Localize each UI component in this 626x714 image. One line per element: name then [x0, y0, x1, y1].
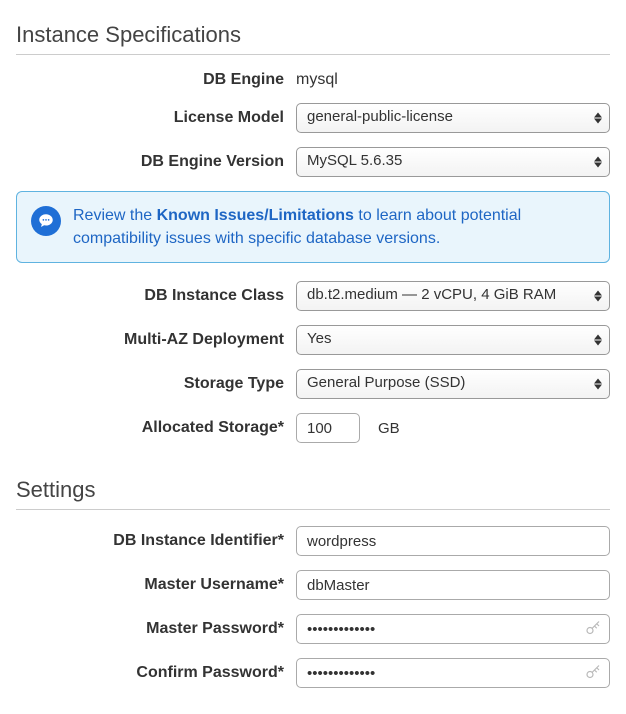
select-license-model-value[interactable]: general-public-license — [296, 103, 610, 133]
label-db-engine: DB Engine — [16, 71, 284, 89]
label-db-instance-class: DB Instance Class — [16, 287, 284, 305]
confirm-password-input[interactable] — [296, 658, 610, 688]
select-multi-az-value[interactable]: Yes — [296, 325, 610, 355]
alert-text: Review the Known Issues/Limitations to l… — [73, 204, 595, 250]
select-db-instance-class-value[interactable]: db.t2.medium — 2 vCPU, 4 GiB RAM — [296, 281, 610, 311]
label-master-username: Master Username* — [16, 576, 284, 594]
select-db-engine-version[interactable]: MySQL 5.6.35 — [296, 147, 610, 177]
row-db-instance-class: DB Instance Class db.t2.medium — 2 vCPU,… — [16, 281, 610, 311]
section-title-settings: Settings — [16, 477, 610, 510]
row-allocated-storage: Allocated Storage* GB — [16, 413, 610, 443]
select-storage-type[interactable]: General Purpose (SSD) — [296, 369, 610, 399]
select-db-engine-version-value[interactable]: MySQL 5.6.35 — [296, 147, 610, 177]
row-db-engine: DB Engine mysql — [16, 71, 610, 89]
row-db-engine-version: DB Engine Version MySQL 5.6.35 — [16, 147, 610, 177]
row-db-instance-identifier: DB Instance Identifier* — [16, 526, 610, 556]
speech-bubble-icon — [31, 206, 61, 236]
select-db-instance-class[interactable]: db.t2.medium — 2 vCPU, 4 GiB RAM — [296, 281, 610, 311]
label-license-model: License Model — [16, 109, 284, 127]
select-multi-az[interactable]: Yes — [296, 325, 610, 355]
select-storage-type-value[interactable]: General Purpose (SSD) — [296, 369, 610, 399]
row-storage-type: Storage Type General Purpose (SSD) — [16, 369, 610, 399]
key-icon — [584, 620, 602, 638]
label-storage-type: Storage Type — [16, 375, 284, 393]
select-license-model[interactable]: general-public-license — [296, 103, 610, 133]
alert-pre: Review the — [73, 207, 157, 224]
row-multi-az: Multi-AZ Deployment Yes — [16, 325, 610, 355]
allocated-storage-input[interactable] — [296, 413, 360, 443]
label-db-instance-identifier: DB Instance Identifier* — [16, 532, 284, 550]
row-license-model: License Model general-public-license — [16, 103, 610, 133]
allocated-storage-unit: GB — [378, 420, 400, 437]
value-db-engine: mysql — [296, 71, 338, 89]
label-allocated-storage: Allocated Storage* — [16, 419, 284, 437]
row-master-password: Master Password* — [16, 614, 610, 644]
label-master-password: Master Password* — [16, 620, 284, 638]
db-instance-identifier-input[interactable] — [296, 526, 610, 556]
label-db-engine-version: DB Engine Version — [16, 153, 284, 171]
info-alert: Review the Known Issues/Limitations to l… — [16, 191, 610, 263]
row-master-username: Master Username* — [16, 570, 610, 600]
label-confirm-password: Confirm Password* — [16, 664, 284, 682]
master-username-input[interactable] — [296, 570, 610, 600]
section-title-instance: Instance Specifications — [16, 22, 610, 55]
row-confirm-password: Confirm Password* — [16, 658, 610, 688]
known-issues-link[interactable]: Known Issues/Limitations — [157, 207, 354, 224]
key-icon — [584, 664, 602, 682]
label-multi-az: Multi-AZ Deployment — [16, 331, 284, 349]
master-password-input[interactable] — [296, 614, 610, 644]
